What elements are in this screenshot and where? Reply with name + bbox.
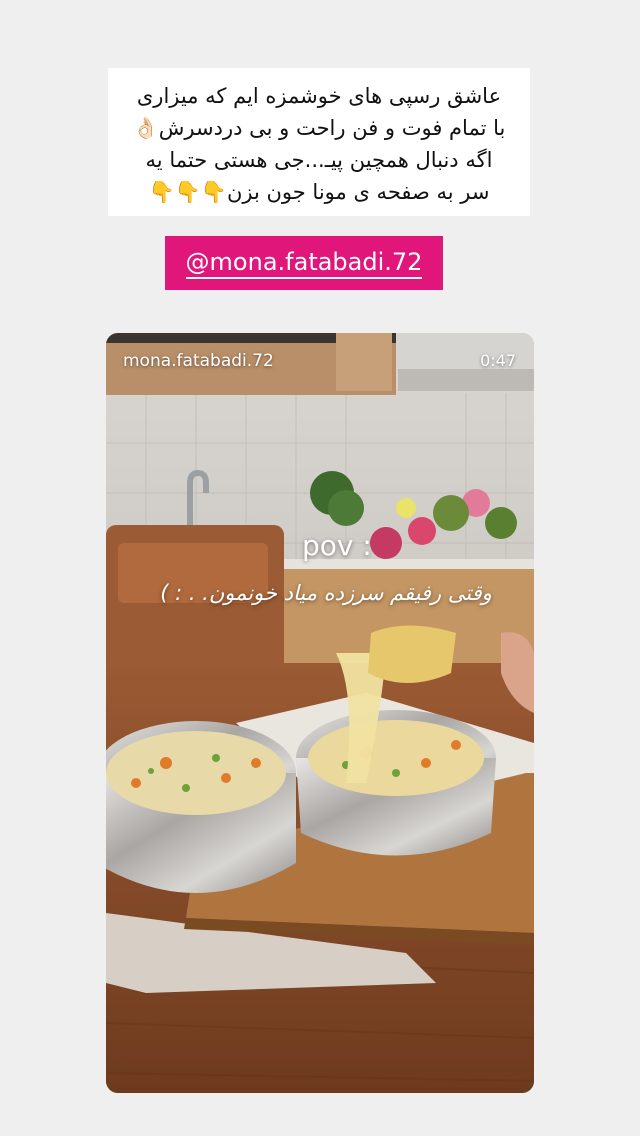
caption-line-4: سر به صفحه ی مونا جون بزن👇👇👇 — [148, 180, 490, 204]
mention-sticker[interactable]: @mona.fatabadi.72 — [165, 236, 443, 290]
story-username[interactable]: mona.fatabadi.72 — [123, 351, 274, 371]
caption-line-2: با تمام فوت و فن راحت و بی دردسرش👌🏻 — [132, 116, 506, 140]
caption-box: عاشق رسپی های خوشمزه ایم که میزاری با تم… — [108, 68, 530, 216]
story-video[interactable]: mona.fatabadi.72 0:47 pov : وقتی رفیقم س… — [106, 333, 534, 1093]
overlay-text: وقتی رفیقم سرزده میاد خونمون. . : ) — [160, 581, 492, 605]
caption-line-3: اگه دنبال همچین پیـ...جی هستی حتما یه — [145, 148, 493, 172]
caption-line-1: عاشق رسپی های خوشمزه ایم که میزاری — [136, 84, 502, 108]
mention-link[interactable]: @mona.fatabadi.72 — [185, 248, 423, 279]
food-photo — [106, 333, 534, 1093]
video-duration: 0:47 — [480, 351, 516, 370]
overlay-title: pov : — [302, 529, 372, 562]
